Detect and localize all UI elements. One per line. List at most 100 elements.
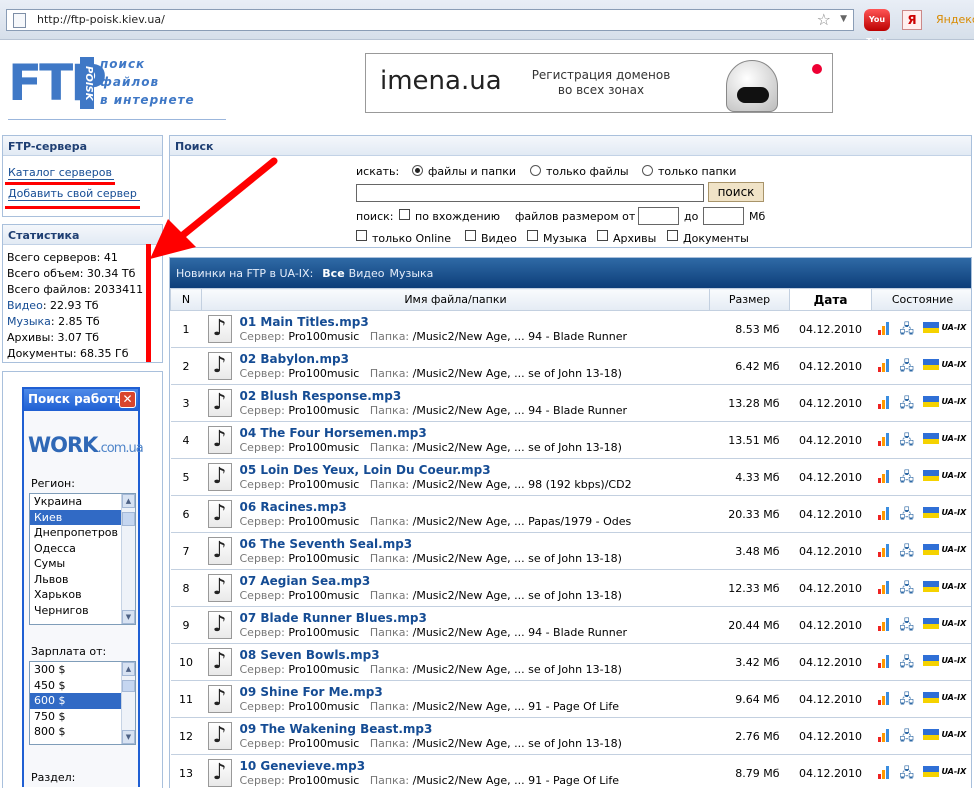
music-note-icon[interactable]: ♪ — [207, 426, 232, 454]
salary-option[interactable]: 300 $ — [30, 662, 135, 678]
salary-option[interactable]: 800 $ — [30, 724, 135, 740]
catalog-link[interactable]: Каталог серверов — [8, 166, 114, 180]
file-name-link[interactable]: 10 Genevieve.mp3 — [240, 759, 366, 773]
region-option[interactable]: Сумы — [30, 556, 135, 572]
server-value[interactable]: Pro100music — [288, 367, 359, 380]
search-button[interactable]: поиск — [708, 182, 764, 202]
music-note-icon[interactable]: ♪ — [207, 759, 232, 787]
server-value[interactable]: Pro100music — [288, 515, 359, 528]
radio-all[interactable] — [412, 165, 423, 176]
chevron-down-icon[interactable]: ▼ — [840, 14, 847, 24]
video-checkbox[interactable] — [465, 230, 476, 241]
file-name-link[interactable]: 09 The Wakening Beast.mp3 — [240, 722, 433, 736]
server-value[interactable]: Pro100music — [288, 441, 359, 454]
add-server-link[interactable]: Добавить свой сервер — [8, 187, 140, 201]
folder-value[interactable]: /Music2/New Age, ... se of John 13-18) — [413, 552, 622, 565]
file-name-link[interactable]: 02 Blush Response.mp3 — [240, 389, 402, 403]
folder-value[interactable]: /Music2/New Age, ... se of John 13-18) — [413, 441, 622, 454]
music-checkbox[interactable] — [527, 230, 538, 241]
address-bar[interactable]: http://ftp-poisk.kiev.ua/ ☆ ▼ — [6, 9, 854, 31]
music-note-icon[interactable]: ♪ — [207, 463, 232, 491]
search-input[interactable] — [356, 184, 704, 202]
file-name-link[interactable]: 08 Seven Bowls.mp3 — [240, 648, 380, 662]
salary-option[interactable]: 750 $ — [30, 709, 135, 725]
scroll-up-icon[interactable]: ▲ — [122, 494, 135, 508]
file-name-link[interactable]: 05 Loin Des Yeux, Loin Du Coeur.mp3 — [240, 463, 491, 477]
yandex-icon[interactable]: Я — [902, 10, 922, 30]
folder-value[interactable]: /Music2/New Age, ... se of John 13-18) — [413, 589, 622, 602]
tab-music[interactable]: Музыка — [389, 267, 433, 280]
folder-value[interactable]: /Music2/New Age, ... Papas/1979 - Odes — [413, 515, 632, 528]
yandex-label[interactable]: Яндекс — [936, 13, 974, 26]
region-option[interactable]: Киев — [30, 509, 135, 525]
file-name-link[interactable]: 01 Main Titles.mp3 — [240, 315, 369, 329]
size-to-input[interactable] — [703, 207, 744, 225]
server-value[interactable]: Pro100music — [288, 404, 359, 417]
file-name-link[interactable]: 06 The Seventh Seal.mp3 — [240, 537, 413, 551]
server-value[interactable]: Pro100music — [288, 774, 359, 787]
server-value[interactable]: Pro100music — [288, 626, 359, 639]
radio-folders[interactable] — [642, 165, 653, 176]
music-link[interactable]: Музыка — [7, 315, 51, 328]
scroll-thumb[interactable] — [122, 680, 135, 692]
file-name-link[interactable]: 07 Blade Runner Blues.mp3 — [240, 611, 427, 625]
region-option[interactable]: Украина — [30, 494, 135, 510]
music-note-icon[interactable]: ♪ — [207, 500, 232, 528]
music-note-icon[interactable]: ♪ — [207, 722, 232, 750]
salary-option[interactable]: 450 $ — [30, 678, 135, 694]
video-link[interactable]: Видео — [7, 299, 43, 312]
col-number[interactable]: N — [170, 288, 202, 311]
music-note-icon[interactable]: ♪ — [207, 685, 232, 713]
col-date[interactable]: Дата — [789, 288, 872, 311]
youtube-icon[interactable]: You Tube — [864, 9, 890, 46]
folder-value[interactable]: /Music2/New Age, ... 91 - Page Of Life — [413, 700, 619, 713]
music-note-icon[interactable]: ♪ — [207, 611, 232, 639]
music-note-icon[interactable]: ♪ — [207, 389, 232, 417]
ad-banner[interactable]: imena.ua Регистрация доменов во всех зон… — [365, 53, 833, 113]
folder-value[interactable]: /Music2/New Age, ... 91 - Page Of Life — [413, 774, 619, 787]
scroll-up-icon[interactable]: ▲ — [122, 662, 135, 676]
salary-option[interactable]: 600 $ — [30, 693, 135, 709]
music-note-icon[interactable]: ♪ — [207, 574, 232, 602]
region-option[interactable]: Днепропетров — [30, 525, 135, 541]
region-option[interactable]: Одесса — [30, 541, 135, 557]
file-name-link[interactable]: 02 Babylon.mp3 — [240, 352, 349, 366]
salary-listbox[interactable]: 300 $450 $600 $750 $800 $ ▲ ▼ — [29, 661, 136, 745]
server-value[interactable]: Pro100music — [288, 737, 359, 750]
col-size[interactable]: Размер — [709, 288, 790, 311]
file-name-link[interactable]: 09 Shine For Me.mp3 — [240, 685, 383, 699]
folder-value[interactable]: /Music2/New Age, ... 94 - Blade Runner — [413, 626, 627, 639]
tab-all[interactable]: Все — [322, 267, 344, 280]
folder-value[interactable]: /Music2/New Age, ... 98 (192 kbps)/CD2 — [413, 478, 632, 491]
region-option[interactable]: Чернигов — [30, 603, 135, 619]
server-value[interactable]: Pro100music — [288, 478, 359, 491]
bookmark-star-icon[interactable]: ☆ — [817, 10, 831, 29]
server-value[interactable]: Pro100music — [288, 663, 359, 676]
scroll-thumb[interactable] — [122, 512, 135, 526]
file-name-link[interactable]: 06 Racines.mp3 — [240, 500, 347, 514]
site-logo[interactable]: FTP POISK поиск файлов в интернете — [8, 55, 228, 121]
region-scrollbar[interactable]: ▲ ▼ — [121, 494, 135, 624]
tab-video[interactable]: Видео — [349, 267, 385, 280]
folder-value[interactable]: /Music2/New Age, ... 94 - Blade Runner — [413, 330, 627, 343]
col-name[interactable]: Имя файла/папки — [201, 288, 710, 311]
scroll-down-icon[interactable]: ▼ — [122, 730, 135, 744]
music-note-icon[interactable]: ♪ — [207, 537, 232, 565]
radio-files[interactable] — [530, 165, 541, 176]
online-checkbox[interactable] — [356, 230, 367, 241]
scroll-down-icon[interactable]: ▼ — [122, 610, 135, 624]
server-value[interactable]: Pro100music — [288, 330, 359, 343]
region-option[interactable]: Львов — [30, 572, 135, 588]
archives-checkbox[interactable] — [597, 230, 608, 241]
file-name-link[interactable]: 07 Aegian Sea.mp3 — [240, 574, 371, 588]
work-logo[interactable]: WORK.com.ua — [28, 433, 144, 457]
salary-scrollbar[interactable]: ▲ ▼ — [121, 662, 135, 744]
region-listbox[interactable]: Украина Киев Днепропетров Одесса Сумы Львов Ха… — [29, 493, 136, 625]
partial-checkbox[interactable] — [399, 209, 410, 220]
music-note-icon[interactable]: ♪ — [207, 315, 232, 343]
col-status[interactable]: Состояние — [871, 288, 971, 311]
folder-value[interactable]: /Music2/New Age, ... 94 - Blade Runner — [413, 404, 627, 417]
folder-value[interactable]: /Music2/New Age, ... se of John 13-18) — [413, 663, 622, 676]
file-name-link[interactable]: 04 The Four Horsemen.mp3 — [240, 426, 427, 440]
folder-value[interactable]: /Music2/New Age, ... se of John 13-18) — [413, 367, 622, 380]
